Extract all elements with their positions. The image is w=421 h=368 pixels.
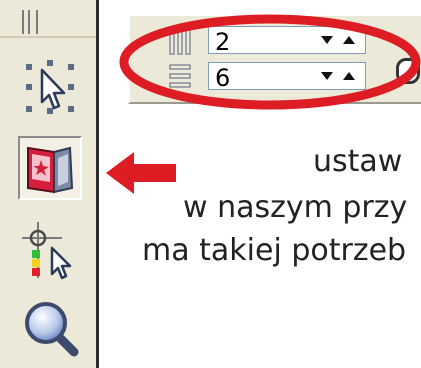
pick-tool-icon — [26, 60, 74, 114]
caption-line-2: w naszym przy — [183, 190, 408, 225]
vertical-toolbox — [0, 0, 101, 368]
spinner-arrows-icon[interactable] — [317, 32, 361, 48]
spinner-arrows-icon[interactable] — [317, 68, 361, 84]
partial-control-button[interactable] — [396, 58, 420, 84]
zoom-tool-icon — [25, 302, 79, 357]
columns-icon — [168, 26, 192, 56]
rows-value[interactable]: 6 — [215, 64, 230, 92]
zoom-tool-button[interactable] — [18, 296, 82, 360]
columns-spinner[interactable]: 2 — [208, 26, 366, 56]
caption-line-3: ma takiej potrzeb — [142, 233, 407, 268]
pick-tool-button[interactable] — [18, 54, 82, 118]
toolbar-grip-line — [28, 10, 30, 34]
interactive-tool-button[interactable] — [18, 136, 82, 200]
toolbar-edge-highlight — [99, 0, 101, 368]
columns-value[interactable]: 2 — [215, 28, 230, 56]
toolbar-divider — [0, 36, 96, 38]
property-bar: 2 6 — [128, 14, 421, 104]
caption-line-1: ustaw — [313, 144, 403, 179]
guide-transform-tool-button[interactable] — [18, 218, 82, 282]
rows-icon — [168, 62, 192, 92]
guide-transform-tool-icon — [22, 222, 72, 280]
toolbar-grip[interactable] — [22, 10, 38, 34]
red-arrow-icon — [106, 152, 176, 194]
rows-spinner[interactable]: 6 — [208, 62, 366, 92]
interactive-tool-icon — [27, 146, 74, 194]
